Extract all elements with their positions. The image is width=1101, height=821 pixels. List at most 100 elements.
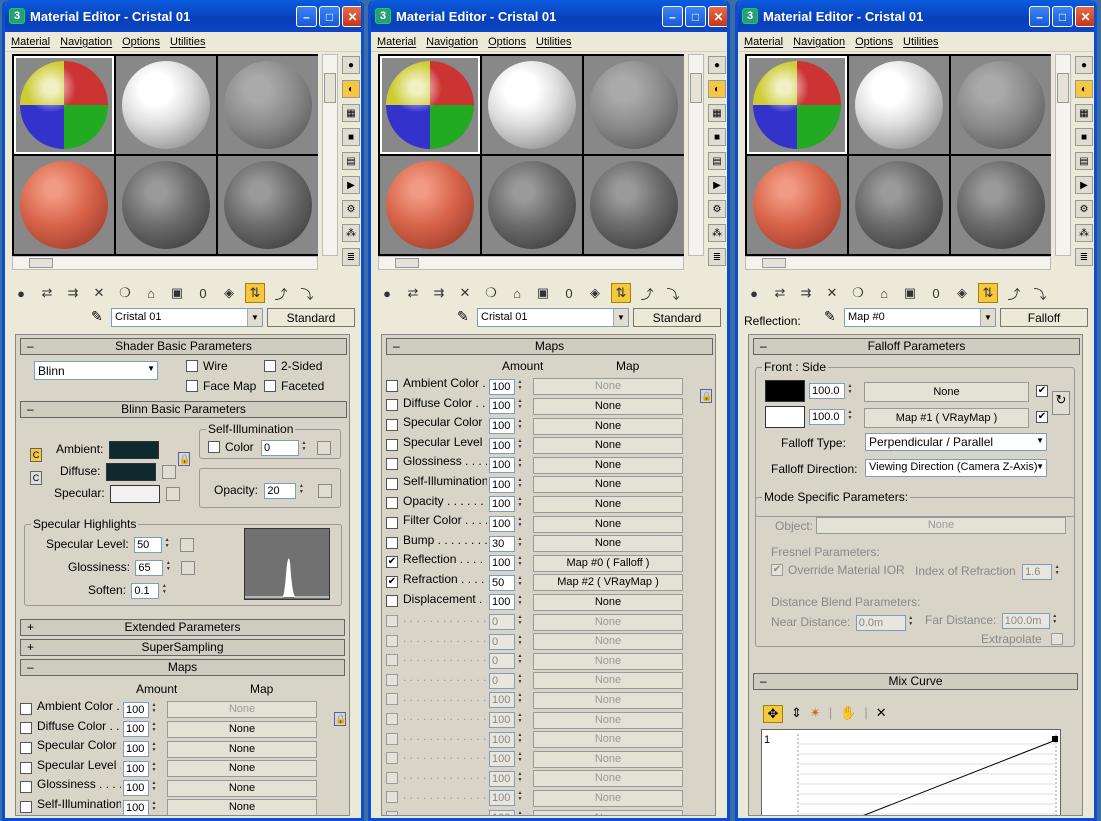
go-to-parent-icon[interactable]: ⤴ [1004, 283, 1024, 303]
scale-point-icon[interactable]: ⇕ [791, 705, 802, 723]
glossiness-spinner[interactable]: 65 [135, 560, 174, 576]
map-amount-spinner[interactable]: 100 [123, 701, 160, 718]
object-pick-button[interactable]: None [816, 517, 1066, 534]
go-to-parent-icon[interactable]: ⤴ [637, 283, 657, 303]
map-slot-button[interactable]: None [533, 691, 683, 709]
close-button[interactable]: ✕ [342, 6, 361, 27]
options-icon[interactable]: ⚙ [342, 200, 360, 218]
go-to-parent-icon[interactable]: ⤴ [271, 283, 291, 303]
lock-icon[interactable]: C [30, 471, 42, 485]
map-amount-spinner[interactable]: 100 [489, 810, 526, 815]
slots-vertical-scrollbar[interactable] [322, 54, 338, 256]
uv-tiling-icon[interactable]: ■ [1075, 128, 1093, 146]
rollout-maps[interactable]: – Maps [20, 659, 345, 676]
mix-curve-graph[interactable]: 1 [761, 729, 1061, 815]
title-bar[interactable]: 3 Material Editor - Cristal 01 – □ ✕ [5, 0, 361, 32]
diffuse-map-button[interactable] [162, 465, 177, 479]
map-enable-checkbox[interactable] [386, 379, 398, 392]
eyedropper-icon[interactable]: ✎ [457, 308, 469, 325]
sample-type-icon[interactable]: ● [708, 56, 726, 74]
wire-checkbox[interactable] [186, 359, 198, 372]
backlight-icon[interactable]: ◐ [1075, 80, 1093, 98]
copy-material-icon[interactable]: ❍ [481, 283, 501, 303]
sample-slot[interactable] [380, 156, 480, 254]
eyedropper-icon[interactable]: ✎ [824, 308, 836, 325]
options-icon[interactable]: ⚙ [708, 200, 726, 218]
side-color-swatch[interactable] [765, 406, 805, 428]
material-navigator-icon[interactable]: ≣ [708, 248, 726, 266]
lock-icon[interactable]: 🔒 [178, 452, 190, 466]
scroll-thumb[interactable] [1057, 73, 1069, 103]
extrapolate-checkbox[interactable] [1051, 632, 1064, 645]
rollout-shader-basic[interactable]: – Shader Basic Parameters [20, 338, 347, 355]
rollout-supersampling[interactable]: + SuperSampling [20, 639, 345, 656]
side-map-enable-checkbox[interactable]: ✔ [1036, 411, 1048, 423]
map-slot-button[interactable]: None [533, 750, 683, 768]
sample-type-icon[interactable]: ● [342, 56, 360, 74]
map-slot-button[interactable]: Map #2 ( VRayMap ) [533, 574, 683, 592]
front-map-button[interactable]: None [864, 382, 1029, 402]
map-slot-button[interactable]: None [533, 633, 683, 651]
map-slot-button[interactable]: None [167, 799, 317, 815]
eyedropper-icon[interactable]: ✎ [91, 308, 103, 325]
sample-slot[interactable] [218, 156, 318, 254]
minimize-button[interactable]: – [296, 6, 317, 27]
faceted-checkbox[interactable] [264, 379, 276, 392]
video-color-check-icon[interactable]: ▤ [342, 152, 360, 170]
falloff-type-dropdown[interactable]: Perpendicular / Parallel ▼ [865, 433, 1047, 451]
map-enable-checkbox[interactable] [386, 791, 398, 804]
map-slot-button[interactable]: None [533, 476, 683, 494]
map-enable-checkbox[interactable] [386, 497, 398, 510]
make-preview-icon[interactable]: ▶ [342, 176, 360, 194]
make-unique-icon[interactable]: ⌂ [874, 283, 894, 303]
select-by-material-icon[interactable]: ⁂ [708, 224, 726, 242]
map-amount-spinner[interactable]: 0 [489, 614, 526, 631]
map-amount-spinner[interactable]: 50 [489, 574, 526, 591]
video-color-check-icon[interactable]: ▤ [1075, 152, 1093, 170]
sample-slot[interactable] [482, 156, 582, 254]
show-map-in-viewport-icon[interactable]: ◈ [219, 283, 239, 303]
rollout-mix-curve[interactable]: – Mix Curve [753, 673, 1078, 690]
falloff-direction-dropdown[interactable]: Viewing Direction (Camera Z-Axis) ▼ [865, 459, 1047, 477]
show-map-in-viewport-icon[interactable]: ◈ [585, 283, 605, 303]
menu-utilities[interactable]: Utilities [903, 36, 938, 48]
glossiness-map-button[interactable] [181, 561, 196, 575]
reset-icon[interactable]: ✕ [455, 283, 475, 303]
map-enable-checkbox[interactable] [386, 536, 398, 549]
front-map-enable-checkbox[interactable]: ✔ [1036, 385, 1048, 397]
ior-spinner[interactable]: 1.6 [1022, 564, 1063, 580]
map-enable-checkbox[interactable] [386, 419, 398, 432]
slots-horizontal-scrollbar[interactable] [378, 256, 684, 270]
far-distance-spinner[interactable]: 100.0m [1001, 613, 1061, 629]
material-effects-channel-icon[interactable]: 0 [926, 283, 946, 303]
face-map-checkbox[interactable] [186, 379, 198, 392]
menu-options[interactable]: Options [488, 36, 526, 48]
delete-point-icon[interactable]: ✕ [876, 705, 887, 723]
get-material-icon[interactable]: ● [744, 283, 764, 303]
map-slot-button[interactable]: Map #0 ( Falloff ) [533, 554, 683, 572]
specular-level-map-button[interactable] [180, 538, 195, 552]
map-amount-spinner[interactable]: 100 [489, 476, 526, 493]
sample-slot[interactable] [380, 56, 480, 154]
material-navigator-icon[interactable]: ≣ [342, 248, 360, 266]
slots-horizontal-scrollbar[interactable] [12, 256, 318, 270]
sample-slot[interactable] [849, 56, 949, 154]
options-icon[interactable]: ⚙ [1075, 200, 1093, 218]
map-slot-button[interactable]: None [533, 731, 683, 749]
background-icon[interactable]: ▦ [708, 104, 726, 122]
map-slot-button[interactable]: None [167, 701, 317, 719]
chevron-down-icon[interactable]: ▼ [980, 309, 995, 326]
map-amount-spinner[interactable]: 100 [489, 398, 526, 415]
chevron-down-icon[interactable]: ▼ [613, 309, 628, 326]
front-amount-spinner[interactable]: 100.0 [809, 383, 856, 399]
map-slot-button[interactable]: None [533, 495, 683, 513]
override-ior-checkbox[interactable]: ✔ [771, 563, 783, 576]
maximize-button[interactable]: □ [1052, 6, 1073, 27]
self-illum-map-button[interactable] [317, 441, 332, 455]
map-amount-spinner[interactable]: 100 [489, 418, 526, 435]
map-slot-button[interactable]: None [533, 672, 683, 690]
map-amount-spinner[interactable]: 100 [489, 731, 526, 748]
sample-slot[interactable] [951, 56, 1051, 154]
lock-icon[interactable]: 🔒 [334, 712, 346, 726]
add-point-icon[interactable]: ✴ [810, 705, 821, 723]
